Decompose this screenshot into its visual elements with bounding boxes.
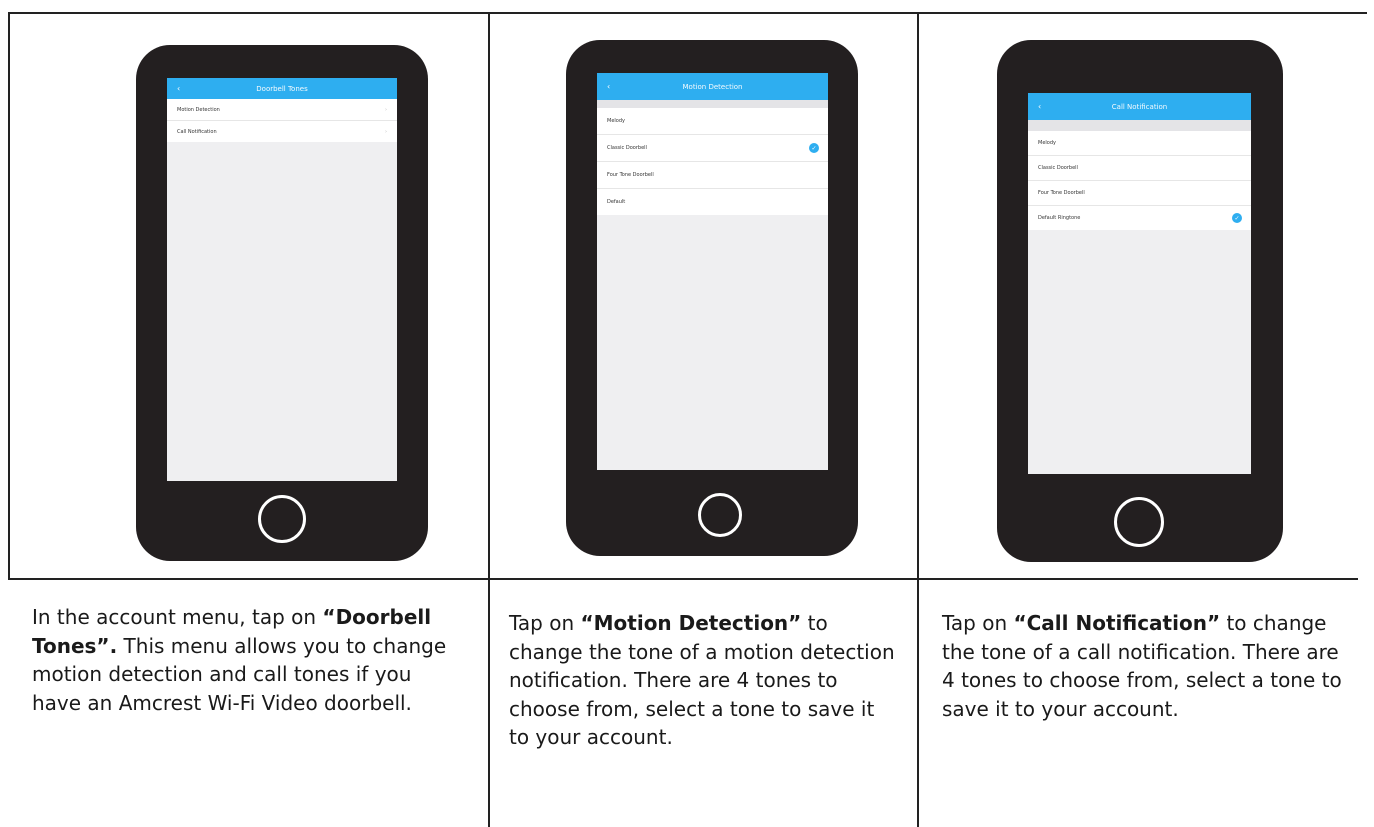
tone-option-label: Four Tone Doorbell bbox=[607, 172, 654, 178]
tone-option-classic-doorbell[interactable]: Classic Doorbell ✓ bbox=[597, 135, 828, 162]
caption-text: Tap on bbox=[509, 611, 581, 635]
phone-mockup-doorbell-tones: ‹ Doorbell Tones Motion Detection › Call… bbox=[136, 45, 428, 561]
checkmark-icon: ✓ bbox=[1232, 213, 1242, 223]
tone-option-classic-doorbell[interactable]: Classic Doorbell bbox=[1028, 156, 1251, 181]
app-header: ‹ Motion Detection bbox=[597, 73, 828, 100]
tone-option-label: Classic Doorbell bbox=[607, 145, 647, 151]
section-header: Tone bbox=[1028, 120, 1251, 136]
list-item-label: Motion Detection bbox=[177, 106, 220, 113]
tone-option-melody[interactable]: Melody bbox=[1028, 131, 1251, 156]
tone-option-default-ringtone[interactable]: Default Ringtone ✓ bbox=[1028, 206, 1251, 230]
tone-option-four-tone-doorbell[interactable]: Four Tone Doorbell bbox=[597, 162, 828, 189]
table-column-divider-1 bbox=[488, 12, 490, 827]
caption-text: Tap on bbox=[942, 611, 1014, 635]
caption-emphasis: “Call Notification” bbox=[1013, 611, 1221, 635]
app-header: ‹ Doorbell Tones bbox=[167, 78, 397, 99]
chevron-right-icon: › bbox=[385, 128, 387, 135]
screen-title: Call Notification bbox=[1111, 102, 1168, 111]
list-item-call-notification[interactable]: Call Notification › bbox=[167, 121, 397, 142]
caption-motion-detection: Tap on “Motion Detection” to change the … bbox=[509, 609, 899, 752]
phone-mockup-motion-detection: ‹ Motion Detection Tone Melody Classic D… bbox=[566, 40, 858, 556]
caption-emphasis: “Motion Detection” bbox=[580, 611, 802, 635]
table-column-divider-2 bbox=[917, 14, 919, 827]
screen-title: Doorbell Tones bbox=[256, 84, 308, 93]
tone-option-label: Melody bbox=[1038, 140, 1056, 146]
caption-text: In the account menu, tap on bbox=[32, 605, 323, 629]
home-button-icon[interactable] bbox=[1114, 497, 1164, 547]
list-item-motion-detection[interactable]: Motion Detection › bbox=[167, 99, 397, 121]
home-button-icon[interactable] bbox=[698, 493, 742, 537]
home-button-icon[interactable] bbox=[258, 495, 306, 543]
caption-call-notification: Tap on “Call Notification” to change the… bbox=[942, 609, 1352, 723]
chevron-right-icon: › bbox=[385, 106, 387, 113]
tone-option-melody[interactable]: Melody bbox=[597, 108, 828, 135]
table-top-border bbox=[8, 12, 1367, 14]
tone-list: Melody Classic Doorbell ✓ Four Tone Door… bbox=[597, 108, 828, 215]
table-left-border bbox=[8, 12, 10, 580]
tone-option-label: Classic Doorbell bbox=[1038, 165, 1078, 171]
tone-option-four-tone-doorbell[interactable]: Four Tone Doorbell bbox=[1028, 181, 1251, 206]
tone-list: Melody Classic Doorbell Four Tone Doorbe… bbox=[1028, 131, 1251, 230]
tone-option-label: Default bbox=[607, 199, 626, 205]
caption-doorbell-tones: In the account menu, tap on “Doorbell To… bbox=[32, 603, 452, 717]
phone-mockup-call-notification: ‹ Call Notification Tone Melody Classic … bbox=[997, 40, 1283, 562]
phone-screen: ‹ Motion Detection Tone Melody Classic D… bbox=[597, 73, 828, 470]
settings-list: Motion Detection › Call Notification › bbox=[167, 99, 397, 142]
phone-screen: ‹ Doorbell Tones Motion Detection › Call… bbox=[167, 78, 397, 481]
tone-option-label: Four Tone Doorbell bbox=[1038, 190, 1085, 196]
tone-option-default[interactable]: Default bbox=[597, 189, 828, 215]
screen-title: Motion Detection bbox=[682, 82, 743, 91]
tone-option-label: Melody bbox=[607, 118, 625, 124]
app-header: ‹ Call Notification bbox=[1028, 93, 1251, 120]
section-header: Tone bbox=[597, 100, 828, 116]
table-row-divider bbox=[8, 578, 1358, 580]
tone-option-label: Default Ringtone bbox=[1038, 215, 1081, 221]
phone-screen: ‹ Call Notification Tone Melody Classic … bbox=[1028, 93, 1251, 474]
list-item-label: Call Notification bbox=[177, 128, 217, 135]
checkmark-icon: ✓ bbox=[809, 143, 819, 153]
